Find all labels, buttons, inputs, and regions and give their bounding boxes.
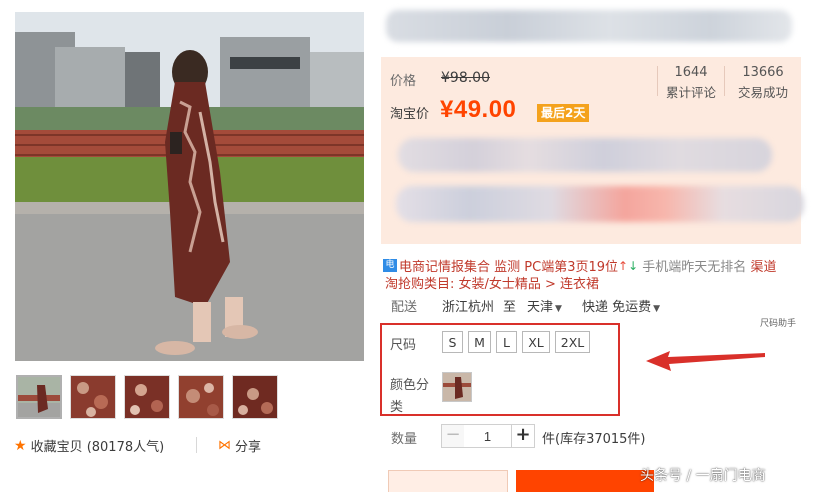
- quantity-decrease-button[interactable]: −: [441, 424, 465, 448]
- original-price: ¥98.00: [441, 70, 490, 86]
- share-label: 分享: [235, 440, 262, 455]
- size-option-2xl[interactable]: 2XL: [555, 331, 590, 353]
- size-option-xl[interactable]: XL: [522, 331, 550, 353]
- reviews-count[interactable]: 1644: [662, 65, 720, 80]
- shipping-method-value: 快递 免运费: [582, 300, 652, 315]
- favorite-button[interactable]: ★ 收藏宝贝 (80178人气): [14, 436, 165, 456]
- buy-now-button[interactable]: [388, 470, 508, 492]
- size-assistant-link[interactable]: 尺码助手: [760, 316, 796, 329]
- arrow-up-icon: ↑: [618, 258, 629, 273]
- share-icon: ⋈: [218, 438, 231, 453]
- shipping-method-dropdown[interactable]: 快递 免运费 ▼: [582, 296, 660, 315]
- caret-down-icon: ▼: [555, 304, 562, 314]
- quantity-input[interactable]: [464, 424, 511, 448]
- gallery-thumbnail[interactable]: [124, 375, 170, 419]
- color-label: 颜色分类: [390, 378, 430, 415]
- shipping-label: 配送: [391, 300, 418, 315]
- price-label: 价格: [390, 74, 417, 89]
- size-option-l[interactable]: L: [496, 331, 517, 353]
- destination-value: 天津: [527, 300, 554, 315]
- favorite-label: 收藏宝贝 (80178人气): [30, 440, 165, 455]
- size-label: 尺码: [390, 338, 417, 353]
- destination-dropdown[interactable]: 天津 ▼: [527, 296, 562, 315]
- mobile-rank: 手机端昨天无排名: [642, 260, 747, 275]
- coupon-info-blurred: [396, 186, 804, 222]
- gallery-thumbnail[interactable]: [178, 375, 224, 419]
- add-to-cart-button[interactable]: [516, 470, 654, 492]
- divider: [196, 437, 197, 453]
- star-icon: ★: [14, 437, 27, 454]
- shipping-to-word: 至: [503, 300, 517, 315]
- reviews-label[interactable]: 累计评论: [660, 82, 722, 101]
- channel-link[interactable]: 渠道: [750, 256, 776, 275]
- stock-text: 件(库存37015件): [542, 432, 646, 447]
- product-main-image[interactable]: [15, 12, 364, 361]
- current-price: ¥49.00: [440, 96, 517, 123]
- size-option-s[interactable]: S: [442, 331, 463, 353]
- share-button[interactable]: ⋈ 分享: [218, 436, 261, 455]
- promo-badge: 最后2天: [537, 104, 590, 122]
- gallery-thumbnail[interactable]: [232, 375, 278, 419]
- annotation-arrow-icon: [646, 351, 765, 371]
- color-option-swatch[interactable]: [442, 372, 472, 402]
- sales-label: 交易成功: [737, 85, 788, 100]
- shipping-origin: 浙江杭州: [442, 300, 495, 315]
- plugin-icon: 电: [383, 259, 397, 272]
- gallery-thumbnail[interactable]: [70, 375, 116, 419]
- size-option-m[interactable]: M: [468, 331, 491, 353]
- caret-down-icon: ▼: [653, 304, 661, 314]
- product-title-blurred: [386, 10, 792, 42]
- promotion-info-blurred: [398, 138, 772, 172]
- quantity-increase-button[interactable]: +: [511, 424, 535, 448]
- sales-count: 13666: [742, 65, 784, 80]
- gallery-thumbnail[interactable]: [16, 375, 62, 419]
- category-path[interactable]: 淘抢购类目: 女装/女士精品 > 连衣裙: [385, 273, 599, 292]
- watermark: 头条号 / 一扇门电商: [640, 468, 766, 484]
- arrow-down-icon: ↓: [628, 258, 639, 273]
- stats-divider: [724, 66, 725, 96]
- stats-divider: [657, 66, 658, 96]
- quantity-label: 数量: [391, 432, 418, 447]
- taobao-price-label: 淘宝价: [390, 107, 430, 122]
